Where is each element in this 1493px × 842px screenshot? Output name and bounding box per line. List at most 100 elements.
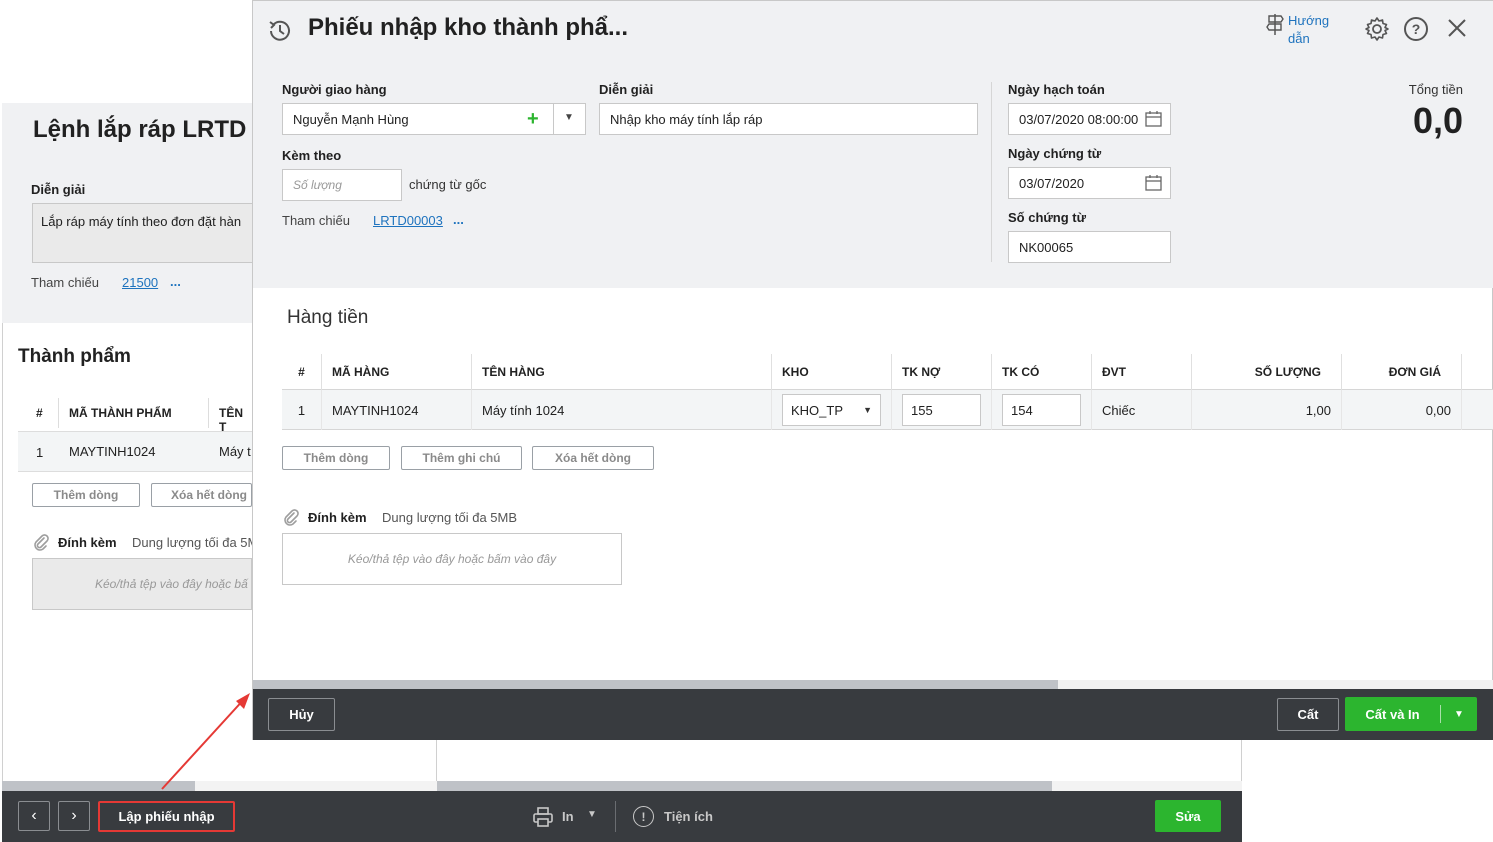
row-quantity[interactable]: 1,00 — [1192, 390, 1342, 430]
dialog-scrollbar-thumb[interactable] — [253, 680, 1058, 689]
posting-date-label: Ngày hạch toán — [1008, 82, 1105, 97]
bg-row-index: 1 — [36, 445, 44, 460]
reference-link[interactable]: LRTD00003 — [373, 213, 443, 228]
bg-drop-zone[interactable]: Kéo/thả tệp vào đây hoặc bấ — [32, 558, 252, 610]
bg-description-field[interactable]: Lắp ráp máy tính theo đơn đặt hàn — [32, 203, 254, 263]
add-deliverer-icon[interactable]: + — [527, 108, 539, 130]
bg-delete-all-button[interactable]: Xóa hết dòng — [151, 483, 252, 507]
info-icon[interactable]: ! — [633, 806, 654, 827]
save-and-print-button[interactable]: Cất và In ▼ — [1345, 697, 1477, 731]
bg-description-label: Diễn giải — [31, 182, 86, 197]
chevron-left-icon: ‹ — [31, 807, 37, 824]
printer-icon[interactable] — [532, 806, 554, 828]
chevron-down-icon: ▼ — [863, 405, 872, 415]
th-quantity: SỐ LƯỢNG — [1192, 354, 1342, 390]
row-warehouse-cell: KHO_TP ▼ — [772, 390, 892, 430]
row-index: 1 — [282, 390, 322, 430]
header-divider — [991, 82, 992, 262]
voucher-date-label: Ngày chứng từ — [1008, 146, 1102, 161]
voucher-no-field[interactable]: NK00065 — [1008, 231, 1171, 263]
gear-icon[interactable] — [1364, 16, 1390, 42]
calendar-icon[interactable] — [1145, 174, 1162, 191]
deliverer-value: Nguyễn Mạnh Hùng — [293, 111, 409, 127]
guide-label-line1: Hướng — [1288, 13, 1330, 28]
bg-attach-label: Đính kèm — [58, 535, 117, 550]
bg-scrollbar-thumb-right[interactable] — [437, 781, 1052, 791]
signpost-icon[interactable] — [1266, 12, 1284, 36]
bg-row-code: MAYTINH1024 — [69, 444, 156, 459]
attached-count-field[interactable]: Số lượng — [282, 169, 402, 201]
th-name: TÊN HÀNG — [472, 354, 772, 390]
row-debit-cell: 155 — [892, 390, 992, 430]
toolbar-divider — [615, 801, 616, 832]
th-warehouse: KHO — [772, 354, 892, 390]
bg-attach-limit: Dung lượng tối đa 5M — [132, 535, 252, 550]
row-price[interactable]: 0,00 — [1342, 390, 1462, 430]
warehouse-value: KHO_TP — [791, 402, 844, 418]
save-and-print-label: Cất và In — [1365, 706, 1420, 722]
bg-reference-more[interactable]: ... — [170, 274, 181, 289]
utility-label[interactable]: Tiện ích — [664, 809, 713, 824]
description-label: Diễn giải — [599, 82, 654, 97]
attach-label: Đính kèm — [308, 510, 367, 525]
attachment-drop-zone[interactable]: Kéo/thả tệp vào đây hoặc bấm vào đây — [282, 533, 622, 585]
bg-row-name: Máy t — [219, 444, 251, 459]
attached-suffix: chứng từ gốc — [409, 177, 487, 192]
posting-date-value: 03/07/2020 08:00:00 — [1019, 111, 1139, 127]
debit-input[interactable]: 155 — [902, 394, 981, 426]
create-receipt-button[interactable]: Lập phiếu nhập — [98, 801, 235, 832]
row-code[interactable]: MAYTINH1024 — [322, 390, 472, 430]
reference-more[interactable]: ... — [453, 212, 464, 227]
credit-input[interactable]: 154 — [1002, 394, 1081, 426]
th-price: ĐƠN GIÁ — [1342, 354, 1462, 390]
bg-add-row-button[interactable]: Thêm dòng — [32, 483, 140, 507]
chevron-down-icon[interactable]: ▼ — [1441, 709, 1477, 720]
bg-th-code: MÃ THÀNH PHẨM — [69, 406, 172, 420]
warehouse-select[interactable]: KHO_TP ▼ — [782, 394, 881, 426]
add-row-button[interactable]: Thêm dòng — [282, 446, 390, 470]
voucher-date-value: 03/07/2020 — [1019, 175, 1085, 191]
deliverer-dropdown-icon[interactable]: ▼ — [564, 112, 574, 123]
bg-description-value: Lắp ráp máy tính theo đơn đặt hàn — [41, 214, 242, 229]
th-debit: TK NỢ — [892, 354, 992, 390]
bg-th-name: TÊN T — [219, 406, 243, 434]
next-button[interactable]: › — [58, 801, 90, 831]
background-title: Lệnh lắp ráp LRTD — [33, 116, 247, 143]
total-label: Tổng tiền — [1408, 82, 1463, 97]
th-credit: TK CÓ — [992, 354, 1092, 390]
debit-value: 155 — [911, 402, 933, 418]
edit-button[interactable]: Sửa — [1155, 800, 1221, 832]
help-icon[interactable]: ? — [1404, 17, 1428, 41]
deliverer-field[interactable]: Nguyễn Mạnh Hùng — [282, 103, 586, 135]
voucher-no-label: Số chứng từ — [1008, 210, 1087, 225]
paperclip-icon — [32, 533, 50, 551]
paperclip-icon — [282, 508, 300, 526]
voucher-no-value: NK00065 — [1019, 239, 1074, 255]
attach-limit: Dung lượng tối đa 5MB — [382, 510, 518, 525]
bg-section-title: Thành phẩm — [18, 346, 131, 367]
row-unit[interactable]: Chiếc — [1092, 390, 1192, 430]
guide-link[interactable]: Hướng dẫn — [1288, 12, 1329, 48]
delete-all-rows-button[interactable]: Xóa hết dòng — [532, 446, 654, 470]
bg-reference-link[interactable]: 21500 — [122, 275, 158, 290]
deliverer-label: Người giao hàng — [282, 82, 387, 97]
print-dropdown-icon[interactable]: ▼ — [587, 809, 597, 820]
cancel-button[interactable]: Hủy — [268, 698, 335, 731]
th-index: # — [282, 354, 322, 390]
save-button[interactable]: Cất — [1277, 698, 1339, 731]
bg-table-header: # MÃ THÀNH PHẨM TÊN T — [18, 394, 252, 434]
table-row[interactable]: 1 MAYTINH1024 Máy t — [18, 432, 252, 472]
calendar-icon[interactable] — [1145, 110, 1162, 127]
previous-button[interactable]: ‹ — [18, 801, 50, 831]
history-icon[interactable] — [266, 17, 294, 45]
add-note-button[interactable]: Thêm ghi chú — [401, 446, 522, 470]
print-label[interactable]: In — [562, 809, 574, 824]
credit-value: 154 — [1011, 402, 1033, 418]
close-icon[interactable] — [1446, 17, 1468, 39]
guide-label-line2: dẫn — [1288, 31, 1310, 46]
bg-reference-label: Tham chiếu — [31, 275, 99, 290]
th-code: MÃ HÀNG — [322, 354, 472, 390]
chevron-right-icon: › — [71, 807, 77, 824]
description-field[interactable]: Nhập kho máy tính lắp ráp — [599, 103, 978, 135]
row-name[interactable]: Máy tính 1024 — [472, 390, 772, 430]
